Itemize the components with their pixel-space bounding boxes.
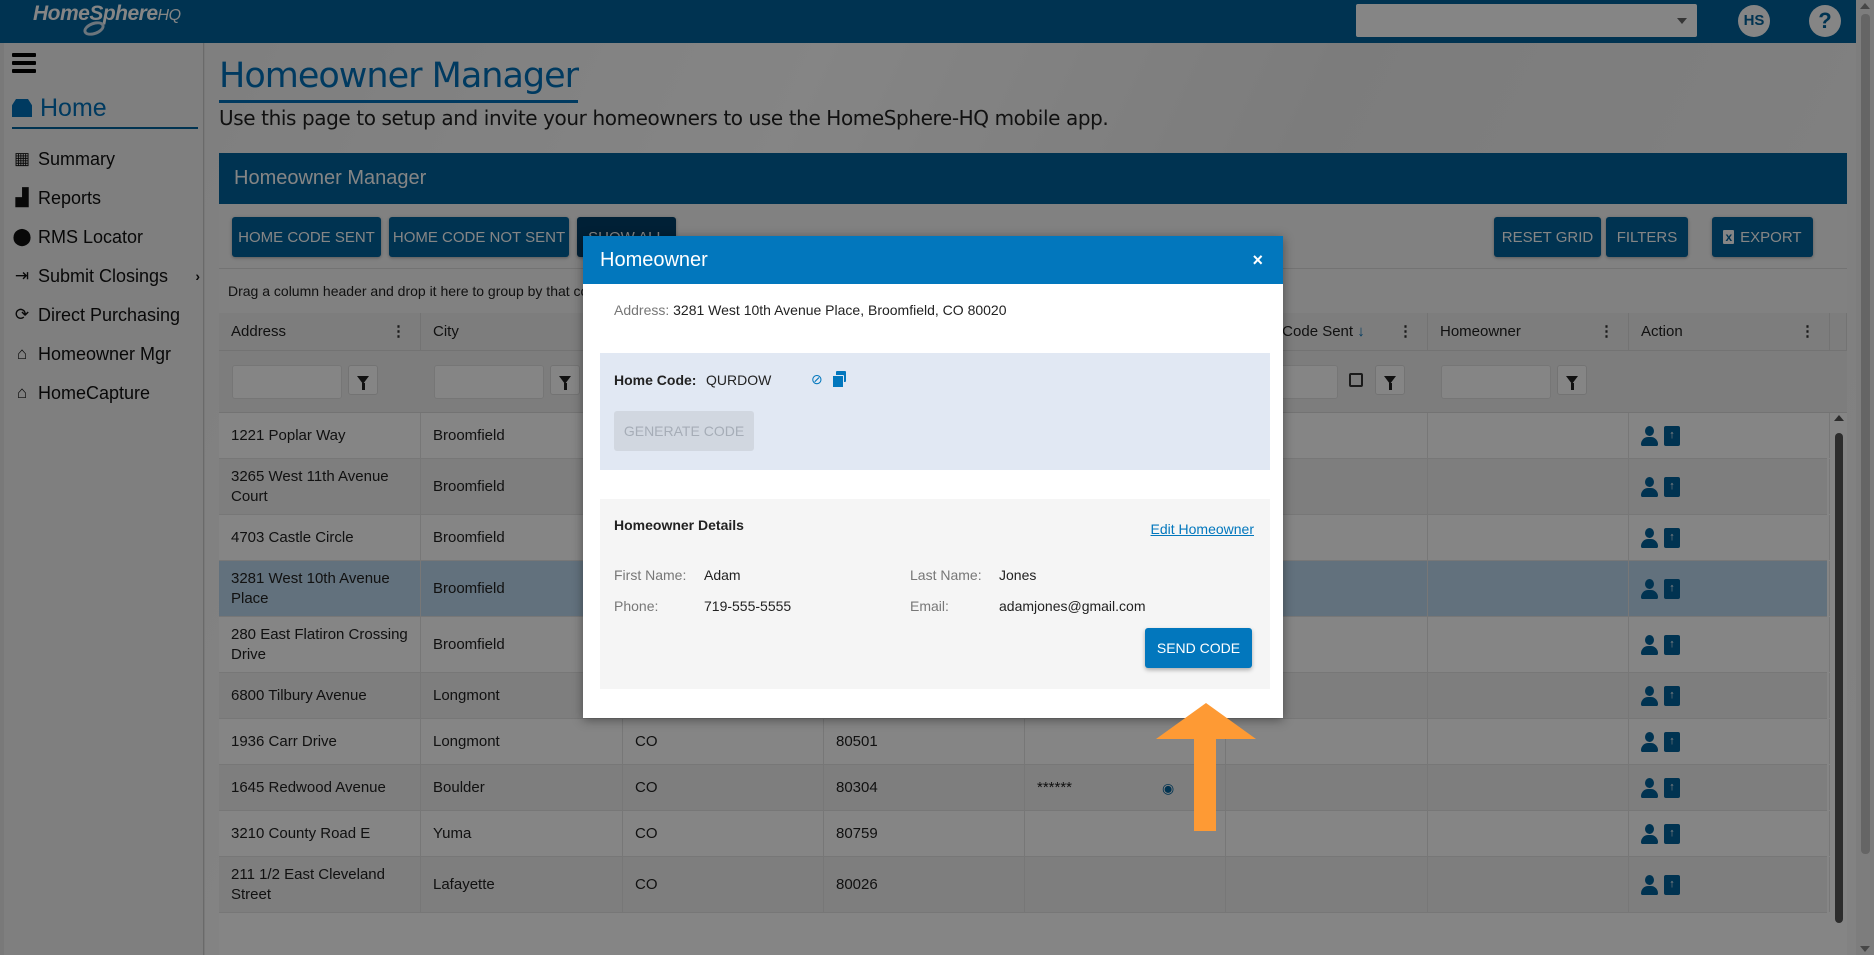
modal-address: Address: 3281 West 10th Avenue Place, Br… xyxy=(614,302,1007,318)
copy-icon[interactable] xyxy=(832,371,846,388)
details-title: Homeowner Details xyxy=(614,517,744,533)
modal-title: Homeowner xyxy=(600,249,708,271)
first-name-label: First Name: xyxy=(614,567,687,583)
phone-label: Phone: xyxy=(614,598,659,614)
phone-value: 719-555-5555 xyxy=(704,598,792,614)
email-value: adamjones@gmail.com xyxy=(999,598,1146,614)
home-code-section: Home Code: QURDOW ⊘ GENERATE CODE xyxy=(600,353,1270,470)
homeowner-details-section: Homeowner Details Edit Homeowner First N… xyxy=(600,499,1270,689)
annotation-arrow-head xyxy=(1156,703,1256,739)
send-code-button[interactable]: SEND CODE xyxy=(1145,628,1252,668)
last-name-label: Last Name: xyxy=(910,567,982,583)
homeowner-modal: Homeowner × Address: 3281 West 10th Aven… xyxy=(583,236,1283,718)
home-code-label: Home Code: xyxy=(614,372,697,388)
address-label: Address: xyxy=(614,302,670,318)
hide-code-icon[interactable]: ⊘ xyxy=(811,371,828,388)
generate-code-button[interactable]: GENERATE CODE xyxy=(614,411,754,451)
first-name-value: Adam xyxy=(704,567,741,583)
address-value: 3281 West 10th Avenue Place, Broomfield,… xyxy=(673,302,1007,318)
last-name-value: Jones xyxy=(999,567,1037,583)
annotation-arrow-shaft xyxy=(1194,739,1216,831)
modal-header: Homeowner × xyxy=(583,236,1283,284)
edit-homeowner-link[interactable]: Edit Homeowner xyxy=(1151,521,1255,537)
home-code-value: QURDOW xyxy=(706,372,772,388)
close-icon[interactable]: × xyxy=(1252,236,1263,284)
email-label: Email: xyxy=(910,598,949,614)
